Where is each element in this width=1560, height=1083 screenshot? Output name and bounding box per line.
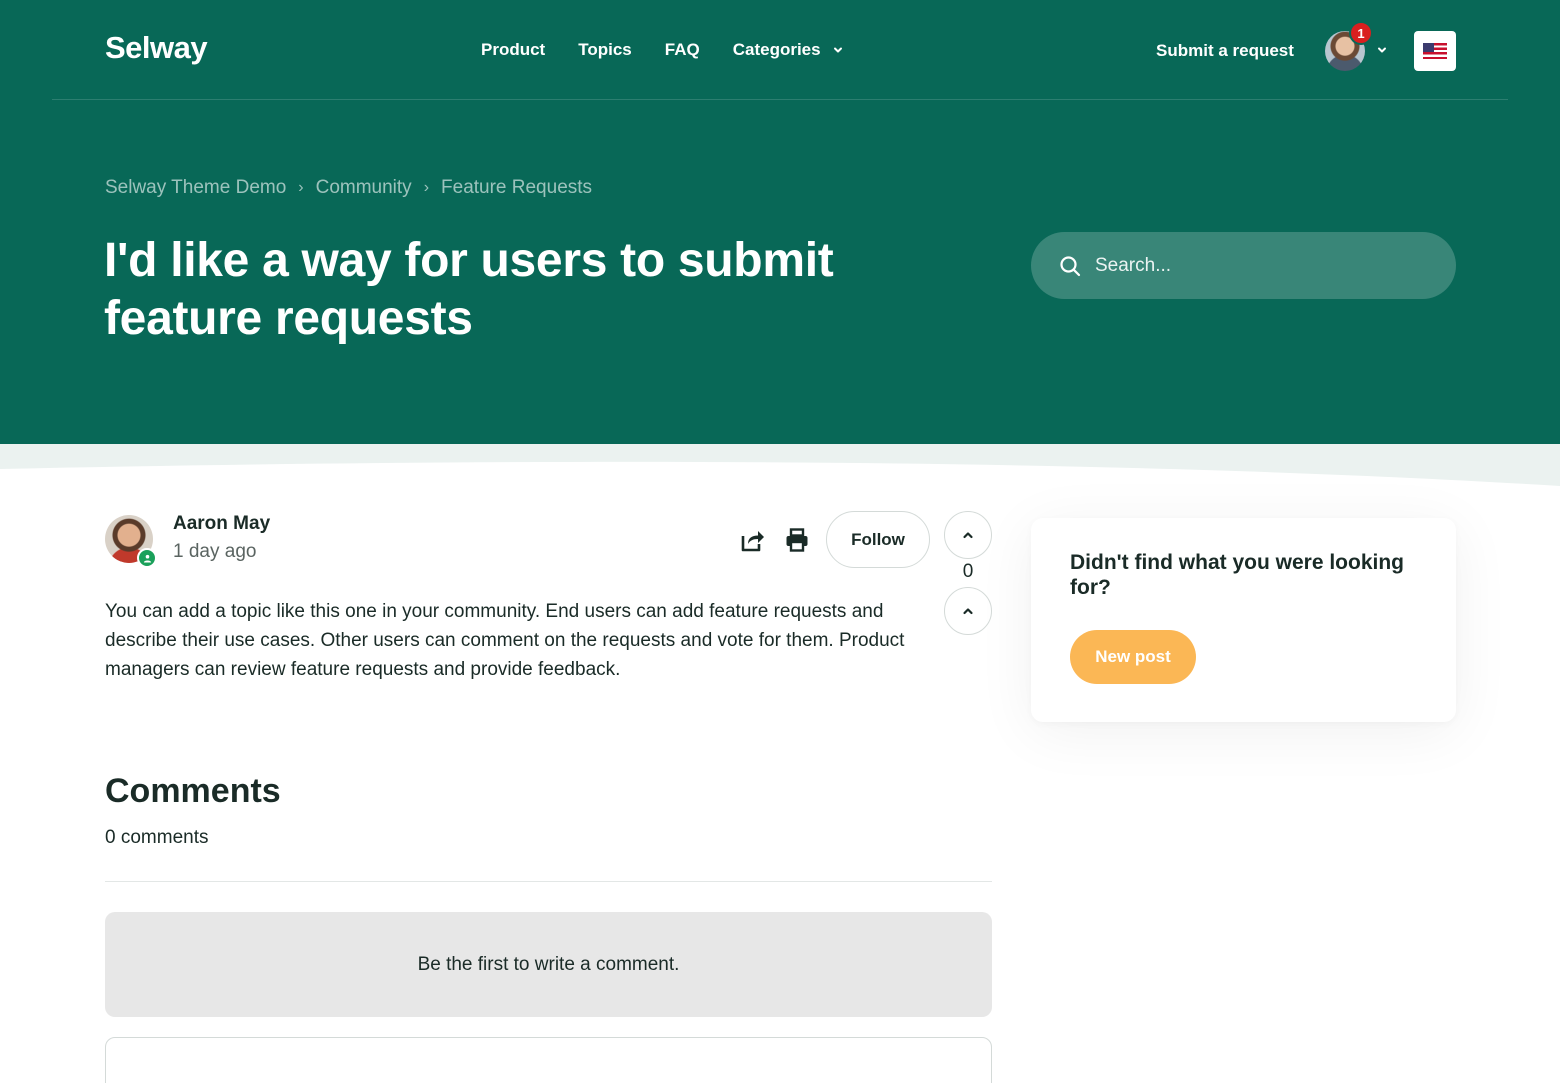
breadcrumb-item-community[interactable]: Community — [316, 177, 412, 199]
nav-item-faq[interactable]: FAQ — [665, 40, 700, 60]
language-selector[interactable] — [1414, 31, 1456, 71]
nav-item-label: Topics — [578, 40, 632, 59]
follow-button[interactable]: Follow — [826, 511, 930, 568]
nav-item-categories[interactable]: Categories — [733, 40, 843, 60]
share-icon[interactable] — [740, 527, 766, 553]
user-icon — [143, 554, 151, 563]
hero-wave-divider — [0, 444, 1560, 486]
chevron-up-icon — [963, 608, 973, 615]
sidebar-title: Didn't find what you were looking for? — [1070, 551, 1404, 599]
author-status-icon — [137, 548, 157, 568]
notification-badge: 1 — [1349, 21, 1373, 45]
post-body: You can add a topic like this one in you… — [105, 601, 905, 680]
chevron-up-icon — [963, 532, 973, 539]
search-bar[interactable] — [1031, 232, 1456, 299]
upvote-button[interactable] — [944, 511, 992, 559]
site-logo[interactable]: Selway — [105, 30, 208, 66]
new-post-button[interactable]: New post — [1070, 630, 1196, 684]
top-navigation-bar: Selway Product Topics FAQ Categories Sub… — [52, 0, 1508, 100]
nav-item-topics[interactable]: Topics — [578, 40, 632, 60]
chevron-down-icon — [1378, 47, 1386, 53]
page-title: I'd like a way for users to submit featu… — [104, 234, 834, 345]
breadcrumb-separator-icon: › — [423, 179, 430, 196]
chevron-down-icon — [833, 47, 842, 53]
nav-item-label: Categories — [732, 40, 821, 59]
user-menu[interactable]: 1 — [1325, 21, 1389, 71]
empty-comments-text: Be the first to write a comment. — [417, 953, 680, 975]
breadcrumb-separator-icon: › — [298, 179, 304, 196]
hero-header: Selway Product Topics FAQ Categories Sub… — [0, 0, 1560, 445]
print-icon[interactable] — [784, 527, 810, 553]
breadcrumb: Selway Theme Demo › Community › Feature … — [105, 177, 592, 199]
comment-editor[interactable] — [105, 1037, 992, 1083]
nav-item-label: FAQ — [664, 40, 700, 59]
comments-count: 0 comments — [105, 827, 209, 848]
submit-request-link[interactable]: Submit a request — [1156, 41, 1294, 61]
empty-comments-message: Be the first to write a comment. — [105, 912, 992, 1017]
author-name[interactable]: Aaron May — [173, 513, 270, 535]
search-input[interactable] — [1095, 254, 1415, 277]
nav-item-product[interactable]: Product — [481, 40, 545, 60]
breadcrumb-item-feature-requests[interactable]: Feature Requests — [441, 177, 592, 199]
divider — [105, 881, 992, 882]
comments-heading: Comments — [105, 772, 281, 810]
post-timestamp: 1 day ago — [173, 541, 257, 562]
breadcrumb-item-home[interactable]: Selway Theme Demo — [105, 177, 286, 199]
nav-item-label: Product — [481, 40, 546, 59]
main-nav: Product Topics FAQ Categories — [481, 40, 876, 60]
us-flag-icon — [1423, 43, 1447, 59]
vote-count: 0 — [962, 561, 974, 582]
search-icon — [1060, 255, 1081, 276]
downvote-button[interactable] — [944, 587, 992, 635]
new-post-card: Didn't find what you were looking for? N… — [1031, 518, 1456, 722]
